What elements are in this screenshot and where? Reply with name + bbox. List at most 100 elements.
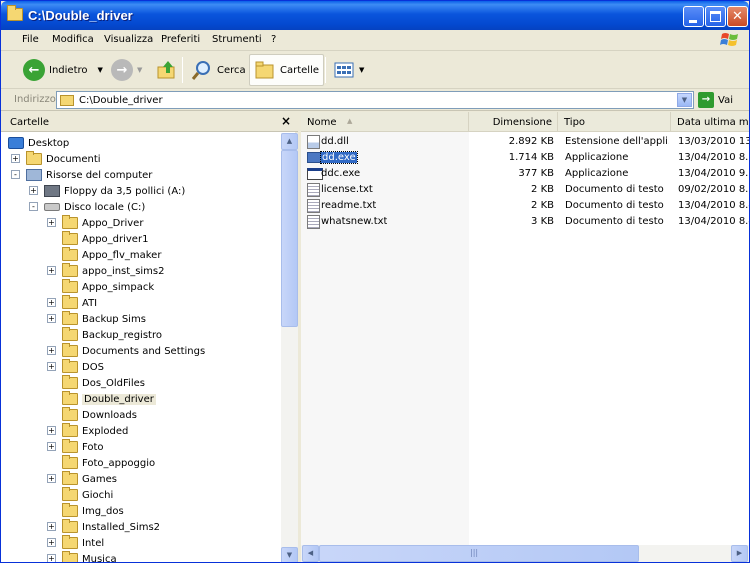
menu-visualizza[interactable]: Visualizza [104, 34, 153, 45]
go-button[interactable]: → Vai [698, 92, 733, 108]
folder-icon [62, 551, 78, 562]
tree-item[interactable]: + ATI [47, 295, 98, 311]
scroll-left-icon[interactable]: ◀ [302, 545, 319, 562]
folders-pane: Cartelle × Desktop + Documenti - Risorse del… [1, 112, 298, 562]
expand-icon[interactable]: + [47, 346, 56, 355]
tree-item[interactable]: Desktop [8, 135, 69, 151]
file-type: Documento di testo [565, 184, 664, 195]
column-header-name[interactable]: Nome ▲ [301, 112, 469, 131]
tree-item[interactable]: + Installed_Sims2 [47, 519, 160, 535]
tree-item[interactable]: + Exploded [47, 423, 128, 439]
expand-icon[interactable]: + [47, 314, 56, 323]
tree-item[interactable]: + DOS [47, 359, 104, 375]
expand-icon[interactable]: + [47, 522, 56, 531]
dropdown-arrow-icon[interactable]: ▼ [98, 66, 103, 74]
tree-item[interactable]: - Disco locale (C:) [29, 199, 145, 215]
collapse-icon[interactable]: - [11, 170, 20, 179]
tree-item[interactable]: + Games [47, 471, 117, 487]
tree-item[interactable]: + appo_inst_sims2 [47, 263, 165, 279]
folder-icon [62, 311, 78, 325]
tree-item-label: appo_inst_sims2 [82, 265, 165, 277]
expand-icon[interactable]: + [47, 554, 56, 562]
folder-icon [62, 487, 78, 501]
file-row[interactable]: whatsnew.txt 3 KB Documento di testo 13/04/… [301, 214, 749, 230]
forward-button[interactable]: → ▼ [107, 54, 146, 86]
tree-item-label: ATI [82, 297, 98, 309]
collapse-icon[interactable]: - [29, 202, 38, 211]
file-row[interactable]: dd.dll 2.892 KB Estensione dell'appli... 13… [301, 134, 749, 150]
tree-item-label: Appo_simpack [82, 281, 155, 293]
column-header-size[interactable]: Dimensione [469, 112, 558, 131]
expand-icon[interactable]: + [47, 538, 56, 547]
expand-icon[interactable]: + [47, 298, 56, 307]
tree-item[interactable]: + Documents and Settings [47, 343, 206, 359]
file-date: 13/04/2010 9.0 [678, 168, 749, 179]
expand-icon[interactable]: + [11, 154, 20, 163]
address-input[interactable]: C:\Double_driver ▼ [56, 91, 694, 109]
back-button[interactable]: ← Indietro ▼ [19, 54, 107, 86]
tree-item[interactable]: Img_dos [62, 503, 124, 519]
menu-help[interactable]: ? [271, 34, 276, 45]
tree-item[interactable]: + Appo_Driver [47, 215, 143, 231]
column-header-date[interactable]: Data ultima mo [671, 112, 749, 131]
file-row[interactable]: readme.txt 2 KB Documento di testo 13/04/20… [301, 198, 749, 214]
tree-item[interactable]: Appo_flv_maker [62, 247, 161, 263]
dropdown-arrow-icon[interactable]: ▼ [359, 66, 364, 74]
close-button[interactable]: ✕ [727, 6, 748, 27]
window-title: C:\Double_driver [28, 8, 133, 23]
expand-icon[interactable]: + [29, 186, 38, 195]
tree-item[interactable]: - Risorse del computer [11, 167, 152, 183]
file-row[interactable]: ddc.exe 377 KB Applicazione 13/04/2010 9.0 [301, 166, 749, 182]
tree-item[interactable]: Appo_simpack [62, 279, 154, 295]
folder-icon [62, 295, 78, 309]
file-list-scrollbar[interactable]: ◀ ||| ▶ [301, 545, 749, 562]
expand-icon[interactable]: + [47, 442, 56, 451]
tree-item[interactable]: + Foto [47, 439, 104, 455]
maximize-button[interactable] [705, 6, 726, 27]
views-button[interactable]: ▼ [329, 54, 368, 86]
tree-item[interactable]: + Intel [47, 535, 104, 551]
tree-item[interactable]: Double_driver [62, 391, 156, 407]
address-dropdown-button[interactable]: ▼ [677, 93, 692, 107]
menu-modifica[interactable]: Modifica [52, 34, 94, 45]
file-row[interactable]: license.txt 2 KB Documento di testo 09/02/2… [301, 182, 749, 198]
tree-item[interactable]: + Musica [47, 551, 117, 562]
menu-file[interactable]: File [22, 34, 39, 45]
up-folder-button[interactable] [152, 54, 182, 86]
scroll-up-icon[interactable]: ▲ [281, 133, 298, 150]
file-row[interactable]: dd.exe 1.714 KB Applicazione 13/04/2010 8.5 [301, 150, 749, 166]
scroll-down-icon[interactable]: ▼ [281, 547, 298, 562]
dropdown-arrow-icon[interactable]: ▼ [137, 66, 142, 74]
close-icon: ✕ [732, 9, 743, 24]
expand-icon[interactable]: + [47, 426, 56, 435]
title-bar[interactable]: C:\Double_driver ✕ [1, 1, 749, 30]
folder-tree-scrollbar[interactable]: ▲ ▼ [281, 133, 298, 562]
tree-item[interactable]: Backup_registro [62, 327, 162, 343]
scrollbar-thumb[interactable] [281, 150, 298, 327]
minimize-button[interactable] [683, 6, 704, 27]
tree-item[interactable]: + Backup Sims [47, 311, 146, 327]
folder-icon [62, 391, 78, 405]
tree-item[interactable]: Foto_appoggio [62, 455, 155, 471]
tree-item-label: Documents and Settings [82, 345, 206, 357]
tree-item[interactable]: + Documenti [11, 151, 101, 167]
tree-item[interactable]: Appo_driver1 [62, 231, 148, 247]
search-button[interactable]: Cerca [187, 54, 250, 86]
close-pane-icon[interactable]: × [281, 114, 291, 128]
menu-preferiti[interactable]: Preferiti [161, 34, 200, 45]
expand-icon[interactable]: + [47, 362, 56, 371]
tree-item[interactable]: Giochi [62, 487, 113, 503]
scroll-right-icon[interactable]: ▶ [731, 545, 748, 562]
tree-item[interactable]: Downloads [62, 407, 137, 423]
menu-strumenti[interactable]: Strumenti [212, 34, 262, 45]
expand-icon[interactable]: + [47, 218, 56, 227]
expand-icon[interactable]: + [47, 474, 56, 483]
tree-item[interactable]: Dos_OldFiles [62, 375, 145, 391]
tree-item-label: Games [82, 473, 117, 485]
expand-icon[interactable]: + [47, 266, 56, 275]
tree-item[interactable]: + Floppy da 3,5 pollici (A:) [29, 183, 185, 199]
address-label: Indirizzo [14, 94, 56, 105]
column-header-type[interactable]: Tipo [558, 112, 671, 131]
folders-button[interactable]: Cartelle [249, 54, 325, 86]
scrollbar-thumb[interactable]: ||| [319, 545, 639, 562]
